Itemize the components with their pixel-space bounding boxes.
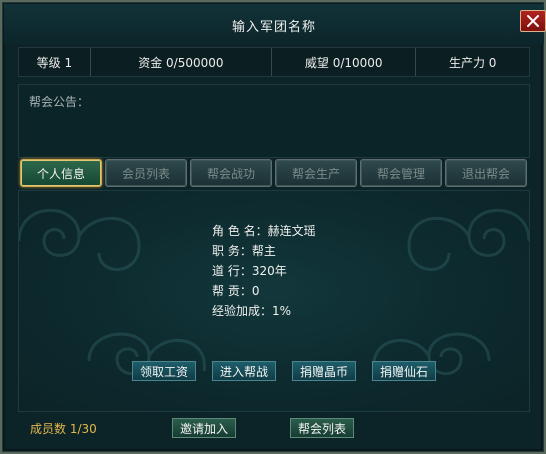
guild-funds: 资金 0/500000: [91, 48, 272, 76]
member-count: 成员数 1/30: [30, 422, 97, 436]
window-title: 输入军团名称: [231, 20, 316, 35]
info-row-daoxing: 道 行：320年: [212, 261, 412, 281]
info-row-contribution: 帮 贡：0: [212, 281, 412, 301]
claim-salary-button[interactable]: 领取工资: [132, 361, 196, 381]
donate-crystal-button[interactable]: 捐赠晶币: [292, 361, 356, 381]
cloud-ornament: [19, 208, 141, 271]
position-label: 职 务：: [212, 244, 252, 258]
close-button[interactable]: [520, 10, 546, 32]
guild-prestige: 威望 0/10000: [272, 48, 417, 76]
guild-window: 输入军团名称 等级 1 资金 0/500000 威望 0/10000 生产力 0…: [0, 0, 546, 454]
title-bar: 输入军团名称: [4, 4, 546, 44]
close-icon: [527, 15, 539, 27]
contribution-value: 0: [251, 284, 260, 298]
tab-guild-war-merit[interactable]: 帮会战功: [190, 159, 272, 187]
guild-notice-label: 帮会公告：: [29, 95, 90, 109]
cloud-ornament: [87, 332, 206, 376]
tab-guild-production[interactable]: 帮会生产: [275, 159, 357, 187]
exp-bonus-value: 1%: [272, 304, 292, 318]
guild-notice-box[interactable]: 帮会公告：: [18, 84, 530, 158]
tab-guild-management[interactable]: 帮会管理: [360, 159, 442, 187]
invite-button[interactable]: 邀请加入: [172, 418, 236, 438]
info-row-position: 职 务：帮主: [212, 241, 412, 261]
daoxing-value: 320年: [251, 264, 287, 278]
tab-member-list[interactable]: 会员列表: [105, 159, 187, 187]
guild-level: 等级 1: [19, 48, 91, 76]
daoxing-label: 道 行：: [212, 264, 252, 278]
info-row-role: 角 色 名：赫连文瑶: [212, 221, 412, 241]
guild-tabs: 个人信息 会员列表 帮会战功 帮会生产 帮会管理 退出帮会: [20, 159, 530, 187]
character-info: 角 色 名：赫连文瑶 职 务：帮主 道 行：320年 帮 贡：0 经验加成：1%: [212, 221, 412, 321]
guild-list-button[interactable]: 帮会列表: [290, 418, 354, 438]
enter-guild-war-button[interactable]: 进入帮战: [212, 361, 276, 381]
personal-info-panel: 角 色 名：赫连文瑶 职 务：帮主 道 行：320年 帮 贡：0 经验加成：1%…: [18, 190, 530, 412]
donate-immortal-stone-button[interactable]: 捐赠仙石: [372, 361, 436, 381]
exp-bonus-label: 经验加成：: [212, 304, 273, 318]
info-row-exp-bonus: 经验加成：1%: [212, 301, 412, 321]
tab-leave-guild[interactable]: 退出帮会: [445, 159, 527, 187]
contribution-label: 帮 贡：: [212, 284, 252, 298]
role-label: 角 色 名：: [212, 224, 268, 238]
tab-personal-info[interactable]: 个人信息: [20, 159, 102, 187]
guild-productivity: 生产力 0: [448, 55, 497, 70]
position-value: 帮主: [251, 244, 276, 258]
role-value: 赫连文瑶: [267, 224, 316, 238]
guild-stats-bar: 等级 1 资金 0/500000 威望 0/10000 生产力 0: [18, 47, 530, 77]
